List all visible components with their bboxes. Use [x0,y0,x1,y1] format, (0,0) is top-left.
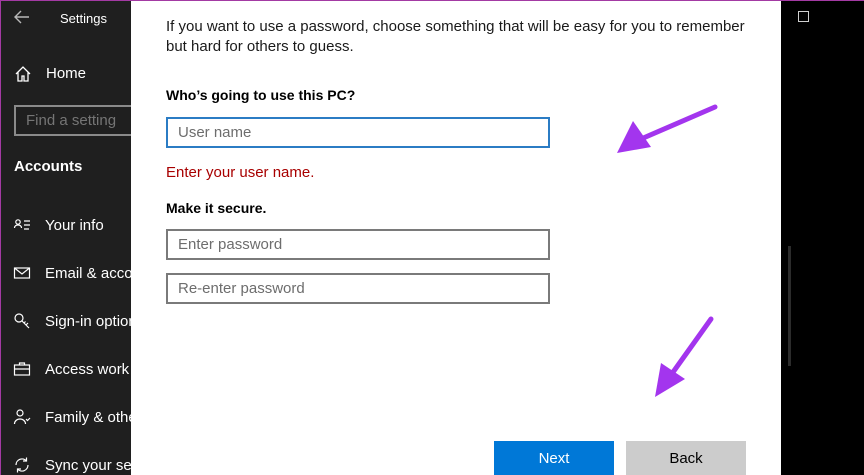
sync-icon [13,456,31,474]
username-heading: Who’s going to use this PC? [166,87,356,103]
section-title: Accounts [14,158,83,175]
settings-search-box[interactable] [14,105,131,136]
password-heading: Make it secure. [166,200,267,216]
mail-icon [13,264,31,282]
sidebar-item-family[interactable]: Family & other users [1,397,131,437]
username-error: Enter your user name. [166,164,315,181]
back-arrow-icon[interactable] [9,5,35,29]
window-right-chrome [781,1,864,475]
intro-line-1: If you want to use a password, choose so… [166,18,745,35]
title-bar: Settings [1,1,131,35]
home-icon [14,65,32,83]
sidebar-item-email-accounts[interactable]: Email & accounts [1,253,131,293]
scrollbar[interactable] [788,246,791,366]
sidebar-item-label: Your info [45,217,104,234]
username-field[interactable] [166,117,550,148]
annotation-arrow-icon [617,104,718,153]
reenter-password-field[interactable] [166,273,550,304]
sidebar-item-sign-in-options[interactable]: Sign-in options [1,301,131,341]
next-button[interactable]: Next [494,441,614,475]
create-account-dialog: If you want to use a password, choose so… [131,1,781,475]
settings-sidebar: Settings Home Accounts Your info Email &… [1,1,131,475]
intro-line-2: but hard for others to guess. [166,38,354,55]
briefcase-icon [13,360,31,378]
sidebar-item-label: Sign-in options [45,313,131,330]
maximize-icon[interactable] [798,11,809,22]
password-hint-text: If you want to use a password, choose so… [166,17,766,57]
reenter-password-input[interactable] [178,280,538,297]
sidebar-item-home[interactable]: Home [1,57,131,91]
sidebar-item-label: Sync your settings [45,457,131,474]
sidebar-item-label: Home [46,65,87,82]
people-icon [13,408,31,426]
sidebar-item-label: Access work or school [45,361,131,378]
person-card-icon [13,216,31,234]
password-input[interactable] [178,236,538,253]
sidebar-item-label: Family & other users [45,409,131,426]
sidebar-item-label: Email & accounts [45,265,131,282]
username-input[interactable] [178,124,538,141]
key-icon [13,312,31,330]
sidebar-item-access-work[interactable]: Access work or school [1,349,131,389]
search-input[interactable] [26,112,131,129]
back-button[interactable]: Back [626,441,746,475]
sidebar-item-your-info[interactable]: Your info [1,205,131,245]
annotation-arrow-icon [655,316,714,397]
password-field[interactable] [166,229,550,260]
sidebar-item-sync[interactable]: Sync your settings [1,445,131,475]
app-title: Settings [60,11,107,26]
